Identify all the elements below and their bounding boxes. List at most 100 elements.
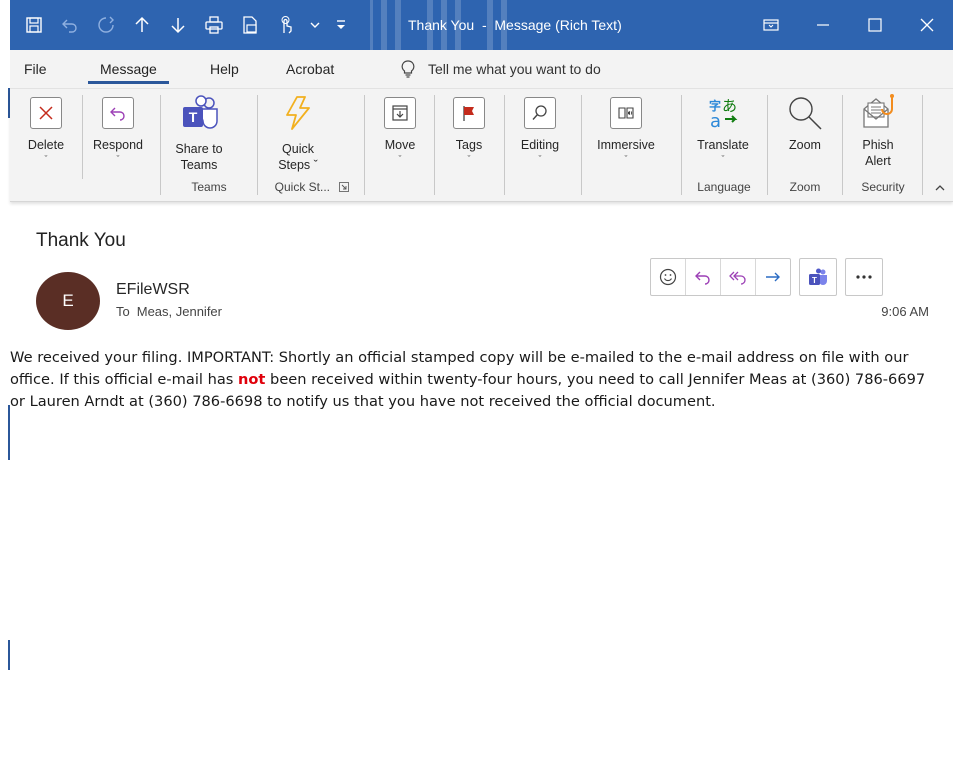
immersive-dropdown-caret: ˇ	[624, 154, 628, 164]
print-icon[interactable]	[196, 0, 232, 50]
down-arrow-icon[interactable]	[160, 0, 196, 50]
sender-name[interactable]: EFileWSR	[116, 281, 190, 299]
translate-button[interactable]: 字 あ a Translate ˇ	[686, 89, 760, 173]
svg-text:T: T	[812, 276, 817, 285]
reply-icon[interactable]	[686, 259, 721, 295]
share-to-teams-label-1: Share to	[175, 142, 223, 156]
quick-steps-label-1: Quick	[282, 142, 314, 156]
phish-alert-label-1: Phish	[862, 138, 894, 152]
immersive-reader-icon	[610, 97, 642, 129]
move-icon	[384, 97, 416, 129]
touch-mode-icon[interactable]	[268, 0, 304, 50]
tab-help[interactable]: Help	[210, 50, 239, 88]
tab-message[interactable]: Message	[88, 50, 169, 88]
move-dropdown-caret: ˇ	[398, 154, 402, 164]
window-title: Thank You - Message (Rich Text)	[408, 17, 622, 33]
tags-dropdown-caret: ˇ	[467, 154, 471, 164]
phish-alert-icon	[846, 89, 910, 137]
ribbon-tabs: File Message Help Acrobat Tell me what y…	[10, 50, 953, 89]
close-icon[interactable]	[901, 0, 953, 50]
move-button[interactable]: Move ˇ	[368, 89, 432, 173]
teams-icon: T	[164, 89, 234, 137]
translate-icon: 字 あ a	[686, 89, 760, 137]
respond-dropdown-caret: ˇ	[116, 154, 120, 164]
group-label-language: Language	[697, 180, 751, 194]
editing-label: Editing	[520, 138, 560, 152]
divider	[434, 95, 435, 195]
message-body: We received your filing. IMPORTANT: Shor…	[10, 347, 940, 412]
share-to-teams-label-2: Teams	[180, 158, 218, 172]
phish-alert-label-2: Alert	[865, 154, 891, 168]
divider	[922, 95, 923, 195]
tags-label: Tags	[455, 138, 483, 152]
editing-button[interactable]: Editing ˇ	[508, 89, 572, 173]
quick-steps-button[interactable]: Quick Steps ˇ	[268, 89, 328, 173]
active-tab-indicator	[88, 81, 169, 84]
outlook-message-window: Thank You - Message (Rich Text) File Mes…	[10, 0, 953, 781]
respond-label: Respond	[92, 138, 144, 152]
teams-icon[interactable]: T	[799, 258, 837, 296]
qat-more-icon[interactable]	[304, 0, 326, 50]
undo-icon[interactable]	[52, 0, 88, 50]
tab-message-label: Message	[100, 61, 157, 77]
received-time: 9:06 AM	[881, 304, 929, 319]
translate-label: Translate	[697, 138, 749, 152]
tell-me-text: Tell me what you want to do	[428, 61, 601, 77]
tell-me-search[interactable]: Tell me what you want to do	[400, 50, 601, 88]
divider	[842, 95, 843, 195]
divider	[767, 95, 768, 195]
tags-button[interactable]: Tags ˇ	[437, 89, 501, 173]
share-to-teams-button[interactable]: T Share to Teams	[164, 89, 234, 173]
immersive-label: Immersive	[597, 138, 655, 152]
group-label-teams: Teams	[191, 180, 227, 194]
title-bar: Thank You - Message (Rich Text)	[10, 0, 953, 50]
more-icon[interactable]	[845, 258, 883, 296]
recipient-name[interactable]: Meas, Jennifer	[137, 304, 222, 319]
ribbon: Delete ˇ Respond ˇ T Share to Teams Quic…	[10, 89, 953, 202]
dialog-launcher-icon[interactable]	[339, 182, 350, 192]
window-controls	[745, 0, 953, 50]
collapse-ribbon-icon[interactable]	[933, 181, 947, 195]
tab-acrobat[interactable]: Acrobat	[286, 50, 334, 88]
quick-access-toolbar	[16, 0, 356, 50]
quick-steps-label-2: Steps ˇ	[278, 158, 318, 172]
flag-icon	[453, 97, 485, 129]
delete-button[interactable]: Delete ˇ	[14, 89, 78, 173]
translate-dropdown-caret: ˇ	[721, 154, 725, 164]
zoom-icon	[774, 89, 836, 137]
pdf-icon[interactable]	[232, 0, 268, 50]
forward-icon[interactable]	[756, 259, 790, 295]
up-arrow-icon[interactable]	[124, 0, 160, 50]
maximize-icon[interactable]	[849, 0, 901, 50]
response-action-group	[650, 258, 791, 296]
reply-icon	[102, 97, 134, 129]
divider	[160, 95, 161, 195]
to-label: To	[116, 304, 130, 319]
ribbon-display-icon[interactable]	[745, 0, 797, 50]
tab-file[interactable]: File	[24, 50, 47, 88]
zoom-button[interactable]: Zoom	[774, 89, 836, 173]
editing-dropdown-caret: ˇ	[538, 154, 542, 164]
zoom-label: Zoom	[789, 138, 821, 152]
save-icon[interactable]	[16, 0, 52, 50]
group-label-quick-steps-text: Quick St...	[274, 180, 330, 194]
customize-qat-icon[interactable]	[326, 0, 356, 50]
phish-alert-button[interactable]: Phish Alert	[846, 89, 910, 173]
respond-button[interactable]: Respond ˇ	[86, 89, 150, 173]
divider	[581, 95, 582, 195]
reply-all-icon[interactable]	[721, 259, 756, 295]
divider	[504, 95, 505, 195]
redo-icon[interactable]	[88, 0, 124, 50]
search-icon	[524, 97, 556, 129]
divider	[257, 95, 258, 195]
minimize-icon[interactable]	[797, 0, 849, 50]
message-actions: T	[650, 258, 883, 296]
left-edge	[0, 0, 10, 781]
group-label-zoom: Zoom	[789, 180, 821, 194]
emoji-icon[interactable]	[651, 259, 686, 295]
quick-steps-icon	[268, 89, 328, 137]
delete-label: Delete	[27, 138, 65, 152]
svg-text:T: T	[189, 109, 198, 125]
immersive-button[interactable]: Immersive ˇ	[587, 89, 665, 173]
svg-text:あ: あ	[722, 97, 737, 115]
